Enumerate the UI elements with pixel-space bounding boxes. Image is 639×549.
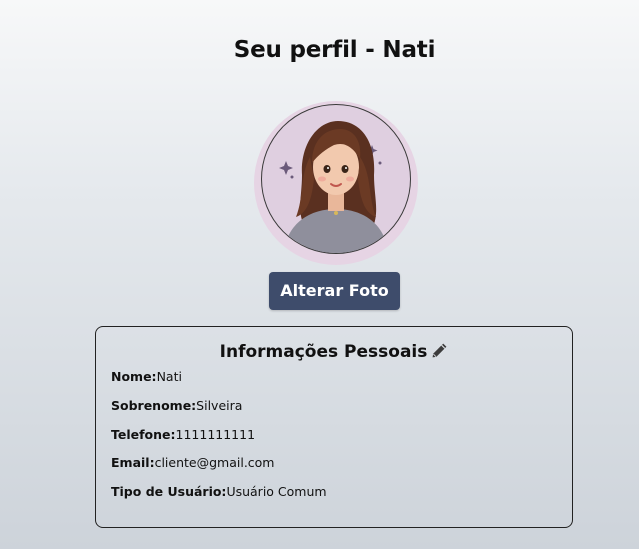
field-phone-value: 1111111111: [175, 427, 256, 442]
field-name: Nome:Nati: [111, 369, 182, 384]
field-user-type: Tipo de Usuário:Usuário Comum: [111, 484, 327, 499]
avatar: [261, 104, 411, 254]
page-title: Seu perfil - Nati: [233, 37, 436, 64]
field-email-value: cliente@gmail.com: [154, 455, 275, 470]
field-user-type-value: Usuário Comum: [226, 484, 327, 499]
field-phone: Telefone:1111111111: [111, 427, 255, 442]
field-email: Email:cliente@gmail.com: [111, 455, 275, 470]
avatar-ring: [254, 101, 418, 265]
personal-info-card: Informações Pessoais Nome:Nati Sobrenome…: [95, 326, 573, 528]
field-user-type-label: Tipo de Usuário:: [111, 484, 227, 499]
change-photo-button[interactable]: Alterar Foto: [269, 272, 400, 310]
field-surname: Sobrenome:Silveira: [111, 398, 242, 413]
field-phone-label: Telefone:: [111, 427, 176, 442]
pencil-icon[interactable]: [431, 342, 448, 364]
personal-info-title: Informações Pessoais: [219, 342, 428, 362]
personal-info-header: Informações Pessoais: [96, 342, 572, 364]
field-email-label: Email:: [111, 455, 155, 470]
profile-avatar-image: [279, 121, 388, 253]
field-surname-value: Silveira: [196, 398, 243, 413]
field-surname-label: Sobrenome:: [111, 398, 197, 413]
field-name-label: Nome:: [111, 369, 157, 384]
field-name-value: Nati: [156, 369, 182, 384]
